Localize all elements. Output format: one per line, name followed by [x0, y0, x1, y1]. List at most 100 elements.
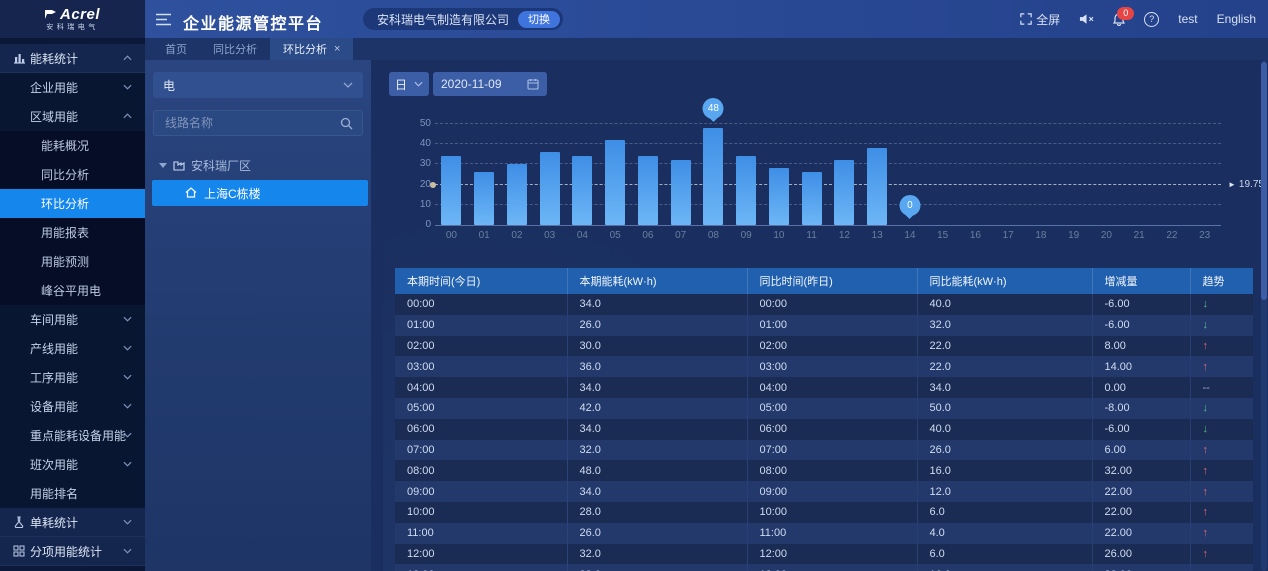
sidebar-item-enterprise-energy[interactable]: 企业用能	[0, 73, 145, 102]
sidebar-item-energy-ranking[interactable]: 用能排名	[0, 479, 145, 508]
bar-01[interactable]	[474, 172, 494, 225]
table-cell: 13:00	[395, 564, 567, 571]
table-cell: 34.0	[567, 419, 747, 440]
sidebar-item-workshop-energy[interactable]: 车间用能	[0, 305, 145, 334]
sidebar-item-yoy-analysis[interactable]: 同比分析	[0, 160, 145, 189]
tab-home[interactable]: 首页	[152, 38, 200, 60]
flask-icon	[13, 516, 27, 530]
sidebar-item-label: 重点能耗设备用能	[30, 427, 126, 444]
period-select[interactable]: 日	[389, 72, 429, 96]
sidebar-item-unit-consumption-stats[interactable]: 单耗统计	[0, 508, 145, 537]
main-content: 日 2020-11-09 01020304050 480 ► 19.75 000…	[383, 60, 1256, 571]
bar-07[interactable]	[671, 160, 691, 225]
bar-10[interactable]	[769, 168, 789, 225]
chevron-down-icon	[123, 461, 132, 467]
x-tick-label: 22	[1156, 230, 1189, 241]
circuit-search	[153, 110, 363, 136]
bar-05[interactable]	[605, 140, 625, 225]
bar-08[interactable]	[703, 128, 723, 225]
tab-bar: 首页同比分析环比分析 ×	[145, 38, 1268, 60]
username[interactable]: test	[1178, 12, 1197, 26]
table-cell: 42.0	[567, 398, 747, 419]
tab-label: 环比分析	[283, 41, 327, 57]
sidebar-item-key-equipment-energy[interactable]: 重点能耗设备用能	[0, 421, 145, 450]
table-cell: 22.00	[1092, 523, 1190, 544]
table-cell: 04:00	[747, 377, 917, 398]
marker-min: 0	[899, 195, 920, 216]
bar-13[interactable]	[867, 148, 887, 225]
sidebar-item-label: 单耗统计	[30, 514, 78, 531]
close-icon[interactable]: ×	[334, 43, 340, 55]
language-switch[interactable]: English	[1217, 12, 1256, 26]
energy-type-select[interactable]: 电	[153, 72, 363, 98]
chevron-down-icon	[123, 548, 132, 554]
x-tick-label: 08	[697, 230, 730, 241]
search-icon[interactable]	[340, 117, 353, 130]
table-cell: -6.00	[1092, 419, 1190, 440]
chevron-down-icon	[123, 374, 132, 380]
table-cell: 34.0	[917, 377, 1092, 398]
fullscreen-button[interactable]: 全屏	[1020, 11, 1060, 28]
column-header: 同比能耗(kW·h)	[917, 268, 1092, 294]
sidebar-item-production-line-energy[interactable]: 产线用能	[0, 334, 145, 363]
notification-button[interactable]: 0	[1113, 13, 1125, 26]
column-header: 同比时间(昨日)	[747, 268, 917, 294]
sidebar-item-label: 车间用能	[30, 311, 78, 328]
chevron-down-icon	[123, 345, 132, 351]
tab-yoy-analysis[interactable]: 同比分析	[200, 38, 270, 60]
tree-selected-label: 上海C栋楼	[204, 185, 261, 202]
x-tick-label: 01	[468, 230, 501, 241]
sidebar-item-peak-valley-power[interactable]: 峰谷平用电	[0, 276, 145, 305]
table-cell: 10:00	[747, 502, 917, 523]
switch-company-button[interactable]: 切换	[518, 11, 560, 28]
chevron-up-icon	[123, 55, 132, 61]
sidebar-item-process-energy[interactable]: 工序用能	[0, 363, 145, 392]
sidebar-item-region-energy[interactable]: 区域用能	[0, 102, 145, 131]
sidebar-item-label: 环比分析	[41, 195, 89, 212]
help-button[interactable]: ?	[1144, 12, 1159, 27]
column-header: 本期时间(今日)	[395, 268, 567, 294]
table-cell: 07:00	[747, 440, 917, 461]
bar-06[interactable]	[638, 156, 658, 225]
bar-11[interactable]	[802, 172, 822, 225]
marker-max: 48	[703, 98, 724, 119]
sidebar-item-energy-consumption-stats[interactable]: 能耗统计	[0, 44, 145, 73]
sidebar-item-energy-forecast[interactable]: 用能预测	[0, 247, 145, 276]
sidebar-item-label: 能耗统计	[30, 50, 78, 67]
sidebar-item-label: 班次用能	[30, 456, 78, 473]
search-input[interactable]	[163, 115, 340, 131]
table-cell: 00:00	[395, 294, 567, 315]
sidebar-item-equipment-energy[interactable]: 设备用能	[0, 392, 145, 421]
x-tick-label: 23	[1188, 230, 1221, 241]
bar-03[interactable]	[540, 152, 560, 225]
sidebar-item-energy-overview[interactable]: 能耗概况	[0, 131, 145, 160]
menu-collapse-icon[interactable]	[155, 13, 172, 26]
table-cell: 4.0	[917, 523, 1092, 544]
tree-expand-icon[interactable]	[159, 163, 167, 168]
bar-09[interactable]	[736, 156, 756, 225]
sidebar-item-subitem-energy-stats[interactable]: 分项用能统计	[0, 537, 145, 566]
sidebar-item-mom-analysis[interactable]: 环比分析	[0, 189, 145, 218]
chart-slot-06	[632, 123, 665, 225]
date-picker[interactable]: 2020-11-09	[433, 72, 547, 96]
table-row: 02:0030.002:0022.08.00↑	[395, 336, 1253, 357]
scrollbar-thumb[interactable]	[1261, 62, 1267, 300]
fullscreen-label: 全屏	[1036, 11, 1060, 28]
y-tick-label: 50	[420, 118, 431, 129]
bar-02[interactable]	[507, 164, 527, 225]
trend-down-icon: ↓	[1190, 294, 1253, 315]
sidebar-item-shift-energy[interactable]: 班次用能	[0, 450, 145, 479]
sidebar-item-energy-report[interactable]: 用能报表	[0, 218, 145, 247]
mute-button[interactable]	[1079, 13, 1094, 25]
tree-node-root[interactable]: 安科瑞厂区	[145, 152, 371, 178]
average-line-label: ► 19.75	[1228, 179, 1264, 190]
bar-00[interactable]	[441, 156, 461, 225]
tree-node-selected[interactable]: 上海C栋楼	[152, 180, 368, 206]
chevron-down-icon	[123, 432, 132, 438]
table-cell: 14.00	[1092, 356, 1190, 377]
bar-04[interactable]	[572, 156, 592, 225]
table-cell: 08:00	[747, 460, 917, 481]
tab-mom-analysis[interactable]: 环比分析 ×	[270, 38, 353, 60]
bar-12[interactable]	[834, 160, 854, 225]
table-row: 10:0028.010:006.022.00↑	[395, 502, 1253, 523]
